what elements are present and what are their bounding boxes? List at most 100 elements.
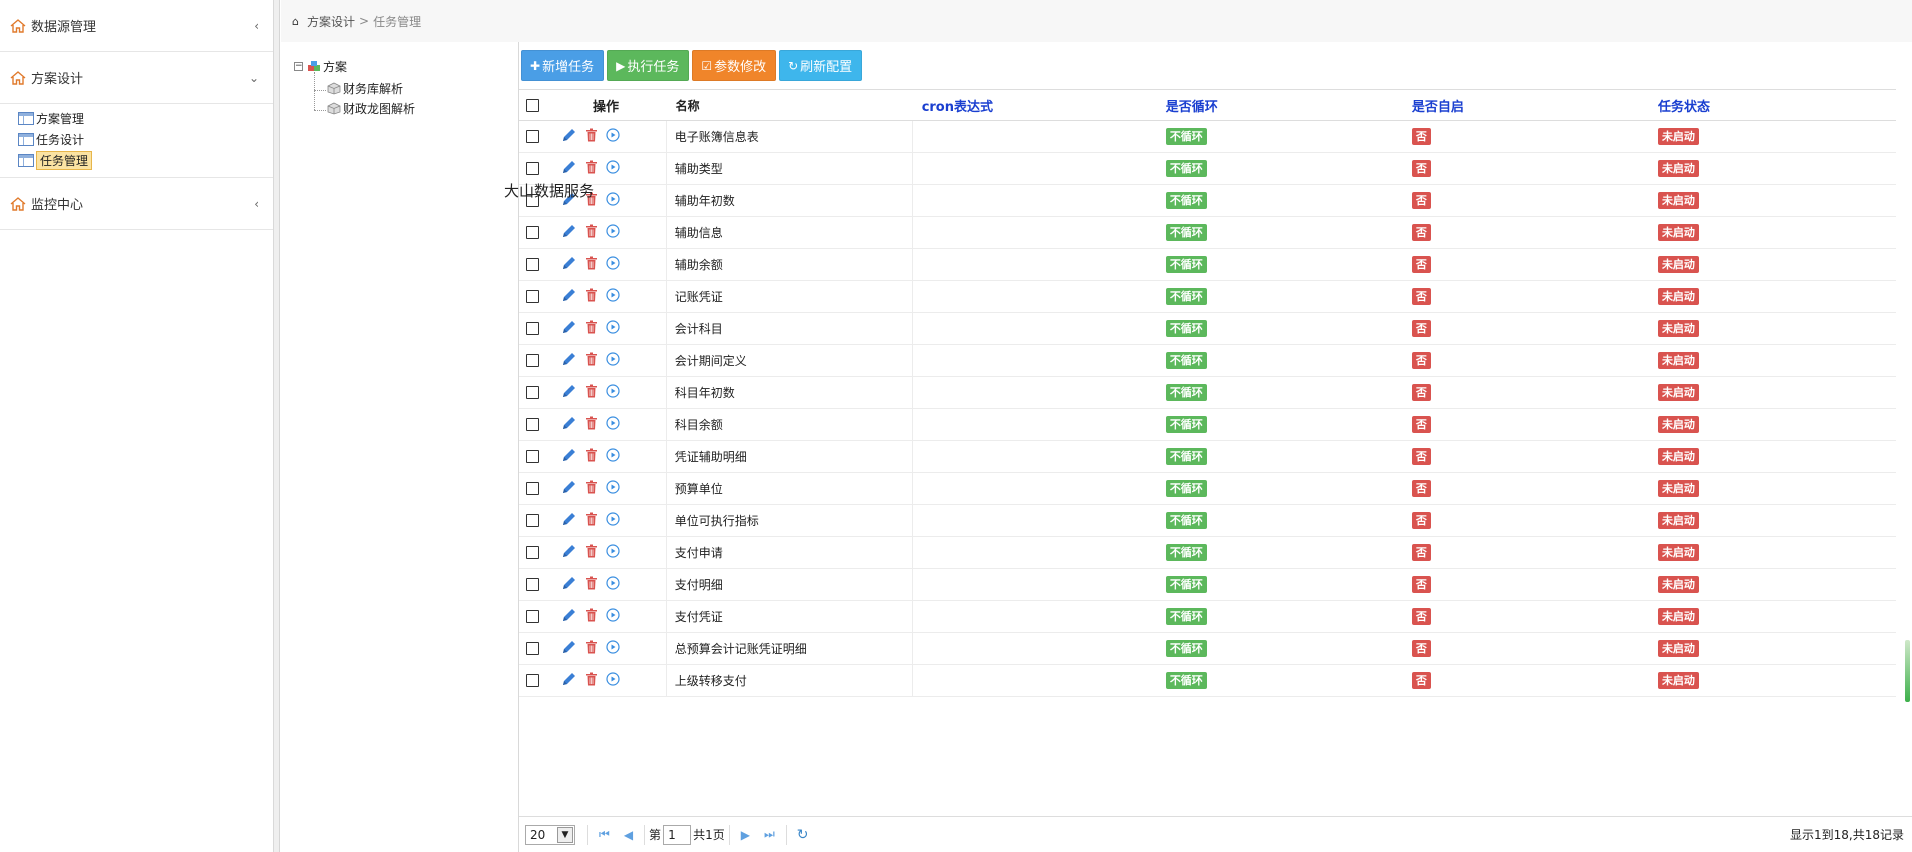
edit-icon[interactable]	[561, 255, 577, 274]
tree-node-child[interactable]: 财务库解析	[327, 80, 403, 97]
row-checkbox[interactable]	[526, 386, 540, 399]
header-cron[interactable]: cron表达式	[912, 90, 1158, 120]
edit-icon[interactable]	[561, 127, 577, 146]
sidebar-item-scheme-manage[interactable]: 方案管理	[18, 108, 273, 129]
row-select[interactable]	[519, 418, 547, 431]
sidebar-item-task-manage[interactable]: 任务管理	[18, 150, 273, 171]
nav-group-datasource[interactable]: 数据源管理 ‹	[0, 0, 273, 52]
play-circle-icon[interactable]	[605, 256, 620, 273]
scrollbar-thumb[interactable]	[1905, 640, 1910, 702]
add-task-button[interactable]: ✚ 新增任务	[521, 50, 605, 81]
row-checkbox[interactable]	[526, 450, 540, 463]
table-row[interactable]: 科目年初数 不循环 否 未启动	[519, 377, 1896, 409]
header-status[interactable]: 任务状态	[1650, 96, 1896, 115]
refresh-config-button[interactable]: ↻ 刷新配置	[779, 50, 863, 81]
row-select[interactable]	[519, 642, 547, 655]
chevron-left-icon[interactable]: ‹	[254, 19, 259, 33]
trash-icon[interactable]	[585, 448, 598, 465]
table-row[interactable]: 辅助类型 不循环 否 未启动	[519, 153, 1896, 185]
trash-icon[interactable]	[585, 512, 598, 529]
trash-icon[interactable]	[585, 288, 598, 305]
row-checkbox[interactable]	[526, 290, 540, 303]
row-checkbox[interactable]	[526, 162, 540, 175]
nav-group-monitor[interactable]: 监控中心 ‹	[0, 178, 273, 230]
edit-icon[interactable]	[561, 415, 577, 434]
reload-icon[interactable]: ↻	[797, 827, 809, 843]
row-select[interactable]	[519, 610, 547, 623]
table-row[interactable]: 辅助信息 不循环 否 未启动	[519, 217, 1896, 249]
trash-icon[interactable]	[585, 672, 598, 689]
table-row[interactable]: 上级转移支付 不循环 否 未启动	[519, 665, 1896, 697]
row-checkbox[interactable]	[526, 258, 540, 271]
row-checkbox[interactable]	[526, 482, 540, 495]
table-row[interactable]: 支付申请 不循环 否 未启动	[519, 537, 1896, 569]
edit-icon[interactable]	[561, 607, 577, 626]
play-circle-icon[interactable]	[605, 288, 620, 305]
play-circle-icon[interactable]	[605, 224, 620, 241]
table-row[interactable]: 预算单位 不循环 否 未启动	[519, 473, 1896, 505]
edit-icon[interactable]	[561, 543, 577, 562]
table-row[interactable]: 支付凭证 不循环 否 未启动	[519, 601, 1896, 633]
edit-icon[interactable]	[561, 351, 577, 370]
table-row[interactable]: 辅助年初数 不循环 否 未启动	[519, 185, 1896, 217]
table-row[interactable]: 会计科目 不循环 否 未启动	[519, 313, 1896, 345]
row-checkbox[interactable]	[526, 674, 540, 687]
play-circle-icon[interactable]	[605, 416, 620, 433]
play-circle-icon[interactable]	[605, 480, 620, 497]
chevron-down-icon[interactable]: ⌄	[249, 71, 259, 85]
row-select[interactable]	[519, 514, 547, 527]
trash-icon[interactable]	[585, 128, 598, 145]
play-circle-icon[interactable]	[605, 160, 620, 177]
play-circle-icon[interactable]	[605, 320, 620, 337]
play-circle-icon[interactable]	[605, 608, 620, 625]
play-circle-icon[interactable]	[605, 512, 620, 529]
header-auto[interactable]: 是否自启	[1404, 96, 1650, 115]
row-select[interactable]	[519, 322, 547, 335]
row-select[interactable]	[519, 674, 547, 687]
table-row[interactable]: 总预算会计记账凭证明细 不循环 否 未启动	[519, 633, 1896, 665]
select-all-checkbox[interactable]	[526, 98, 540, 112]
edit-params-button[interactable]: ☑ 参数修改	[692, 50, 777, 81]
row-checkbox[interactable]	[526, 578, 540, 591]
row-select[interactable]	[519, 226, 547, 239]
row-select[interactable]	[519, 130, 547, 143]
edit-icon[interactable]	[561, 383, 577, 402]
nav-group-scheme[interactable]: 方案设计 ⌄	[0, 52, 273, 104]
chevron-left-icon[interactable]: ‹	[254, 197, 259, 211]
header-select-all[interactable]	[519, 98, 547, 112]
row-checkbox[interactable]	[526, 514, 540, 527]
play-circle-icon[interactable]	[605, 640, 620, 657]
sidebar-item-task-design[interactable]: 任务设计	[18, 129, 273, 150]
trash-icon[interactable]	[585, 416, 598, 433]
prev-page-icon[interactable]: ◀	[624, 828, 633, 842]
row-select[interactable]	[519, 290, 547, 303]
edit-icon[interactable]	[561, 575, 577, 594]
play-circle-icon[interactable]	[605, 448, 620, 465]
row-checkbox[interactable]	[526, 322, 540, 335]
play-circle-icon[interactable]	[605, 192, 620, 209]
row-select[interactable]	[519, 258, 547, 271]
row-select[interactable]	[519, 354, 547, 367]
trash-icon[interactable]	[585, 544, 598, 561]
trash-icon[interactable]	[585, 160, 598, 177]
play-circle-icon[interactable]	[605, 672, 620, 689]
page-size-select[interactable]: 20 ▼	[525, 824, 575, 845]
edit-icon[interactable]	[561, 319, 577, 338]
home-icon[interactable]: ⌂	[292, 15, 299, 28]
header-loop[interactable]: 是否循环	[1158, 96, 1404, 115]
row-checkbox[interactable]	[526, 130, 540, 143]
row-checkbox[interactable]	[526, 546, 540, 559]
table-row[interactable]: 电子账簿信息表 不循环 否 未启动	[519, 121, 1896, 153]
header-name[interactable]: 名称	[666, 90, 912, 120]
trash-icon[interactable]	[585, 320, 598, 337]
play-circle-icon[interactable]	[605, 576, 620, 593]
row-checkbox[interactable]	[526, 418, 540, 431]
edit-icon[interactable]	[561, 479, 577, 498]
table-row[interactable]: 单位可执行指标 不循环 否 未启动	[519, 505, 1896, 537]
table-row[interactable]: 会计期间定义 不循环 否 未启动	[519, 345, 1896, 377]
tree-node-root[interactable]: − 方案	[294, 58, 347, 75]
table-row[interactable]: 凭证辅助明细 不循环 否 未启动	[519, 441, 1896, 473]
splitter[interactable]	[274, 0, 280, 852]
run-task-button[interactable]: ▶ 执行任务	[607, 50, 690, 81]
trash-icon[interactable]	[585, 576, 598, 593]
